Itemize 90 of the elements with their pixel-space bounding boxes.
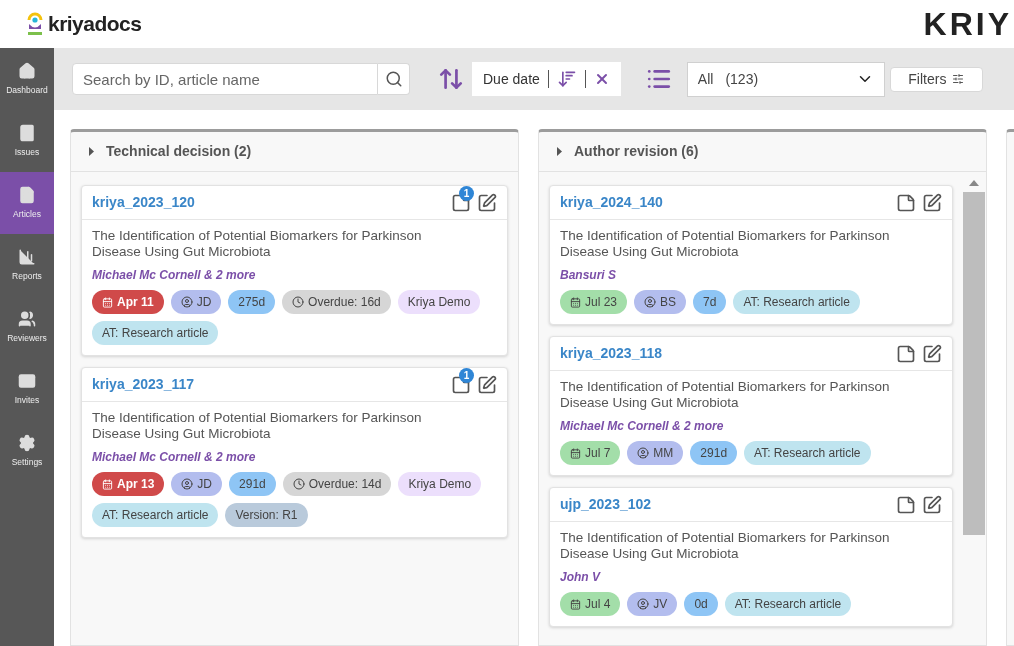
notes-count-badge: 1 xyxy=(459,367,474,383)
sidebar-item[interactable]: Articles xyxy=(0,172,54,234)
calendar-icon xyxy=(102,296,113,308)
assignee-tag: MM xyxy=(627,441,684,465)
age-tag: 7d xyxy=(693,290,727,314)
article-type-tag: AT: Research article xyxy=(733,290,860,314)
note-icon[interactable] xyxy=(896,343,916,364)
age-tag: 291d xyxy=(690,441,738,465)
sliders-icon xyxy=(952,73,965,85)
article-type-tag: AT: Research article xyxy=(92,321,219,345)
home-icon xyxy=(18,61,36,80)
calendar-icon xyxy=(570,296,581,308)
notes-count-badge: 1 xyxy=(459,185,474,201)
age-tag: 275d xyxy=(228,290,276,314)
column-title: Author revision (6) xyxy=(574,142,699,161)
article-id-link[interactable]: kriya_2023_120 xyxy=(92,192,195,213)
calendar-icon xyxy=(570,447,581,459)
article-title: The Identification of Potential Biomarkers for Parkinson Disease Using Gut Microbiota xyxy=(92,410,423,442)
article-title: The Identification of Potential Biomarkers for Parkinson Disease Using Gut Microbiota xyxy=(560,379,891,411)
clock-icon xyxy=(292,478,305,490)
version-tag: Version: R1 xyxy=(225,503,308,527)
age-tag: 291d xyxy=(229,472,276,496)
edit-icon[interactable] xyxy=(477,192,497,213)
overdue-tag: Overdue: 14d xyxy=(282,472,392,496)
sidebar-item[interactable]: Invites xyxy=(0,358,54,420)
calendar-icon xyxy=(570,598,581,610)
assignee-tag: JV xyxy=(627,592,678,616)
article-authors: Bansuri S xyxy=(560,267,617,284)
due-date-tag: Apr 11 xyxy=(92,290,164,314)
user-icon xyxy=(644,296,657,308)
caret-right-icon[interactable] xyxy=(89,147,94,156)
article-id-link[interactable]: ujp_2023_102 xyxy=(560,494,652,515)
due-date-tag: Jul 4 xyxy=(560,592,621,616)
assignee-tag: JD xyxy=(170,290,222,314)
article-id-link[interactable]: kriya_2023_117 xyxy=(92,374,194,395)
calendar-icon xyxy=(102,478,113,490)
brand-text: KRIY xyxy=(923,5,1013,44)
due-date-tag: Jul 23 xyxy=(560,290,628,314)
view-select[interactable]: All (123) xyxy=(686,61,885,97)
article-id-link[interactable]: kriya_2024_140 xyxy=(560,192,663,213)
article-type-tag: AT: Research article xyxy=(92,503,219,527)
edit-icon[interactable] xyxy=(922,343,942,364)
due-date-tag: Jul 7 xyxy=(560,441,621,465)
logo-icon xyxy=(26,11,44,37)
assignee-tag: JD xyxy=(171,472,223,496)
user-icon xyxy=(180,296,193,308)
search-field[interactable]: Search by ID, article name xyxy=(72,63,378,95)
filters-button[interactable]: Filters xyxy=(889,66,983,92)
customer-tag: Kriya Demo xyxy=(397,290,481,314)
sidebar-item[interactable]: Settings xyxy=(0,420,54,482)
assignee-tag: BS xyxy=(634,290,687,314)
overdue-tag: Overdue: 16d xyxy=(282,290,391,314)
article-title: The Identification of Potential Biomarkers for Parkinson Disease Using Gut Microbiota xyxy=(92,228,423,260)
note-icon[interactable] xyxy=(896,494,916,515)
user-icon xyxy=(637,598,650,610)
sort-icon[interactable] xyxy=(438,66,464,92)
document-icon xyxy=(18,185,36,204)
note-icon[interactable] xyxy=(896,192,916,213)
article-type-tag: AT: Research article xyxy=(724,592,852,616)
search-icon[interactable] xyxy=(384,70,403,88)
edit-icon[interactable] xyxy=(922,494,942,515)
customer-tag: Kriya Demo xyxy=(398,472,482,496)
caret-right-icon[interactable] xyxy=(557,147,562,156)
logo-text: kriyadocs xyxy=(48,11,142,38)
sort-label[interactable]: Due date xyxy=(483,68,540,90)
bar-chart-icon xyxy=(18,247,36,266)
article-authors: Michael Mc Cornell & 2 more xyxy=(92,267,257,284)
sidebar-item[interactable]: Dashboard xyxy=(0,48,54,110)
search-button[interactable] xyxy=(378,63,410,95)
age-tag: 0d xyxy=(684,592,718,616)
column-title: Technical decision (2) xyxy=(106,142,252,161)
article-title: The Identification of Potential Biomarkers for Parkinson Disease Using Gut Microbiota xyxy=(560,228,891,260)
article-id-link[interactable]: kriya_2023_118 xyxy=(560,343,662,364)
article-type-tag: AT: Research article xyxy=(744,441,871,465)
article-authors: Michael Mc Cornell & 2 more xyxy=(560,418,725,435)
edit-icon[interactable] xyxy=(477,374,497,395)
sort-descending-icon[interactable] xyxy=(556,69,577,89)
article-title: The Identification of Potential Biomarkers for Parkinson Disease Using Gut Microbiota xyxy=(560,530,891,562)
edit-icon[interactable] xyxy=(922,192,942,213)
sidebar-item[interactable]: Issues xyxy=(0,110,54,172)
due-date-tag: Apr 13 xyxy=(92,472,165,496)
scroll-up-icon[interactable] xyxy=(969,180,979,186)
clock-icon xyxy=(292,296,305,308)
user-icon xyxy=(181,478,194,490)
sidebar-item[interactable]: Reports xyxy=(0,234,54,296)
users-icon xyxy=(18,309,36,328)
article-authors: John V xyxy=(560,569,602,586)
sidebar-item[interactable]: Reviewers xyxy=(0,296,54,358)
user-icon xyxy=(637,447,650,459)
article-authors: Michael Mc Cornell & 2 more xyxy=(92,449,257,466)
